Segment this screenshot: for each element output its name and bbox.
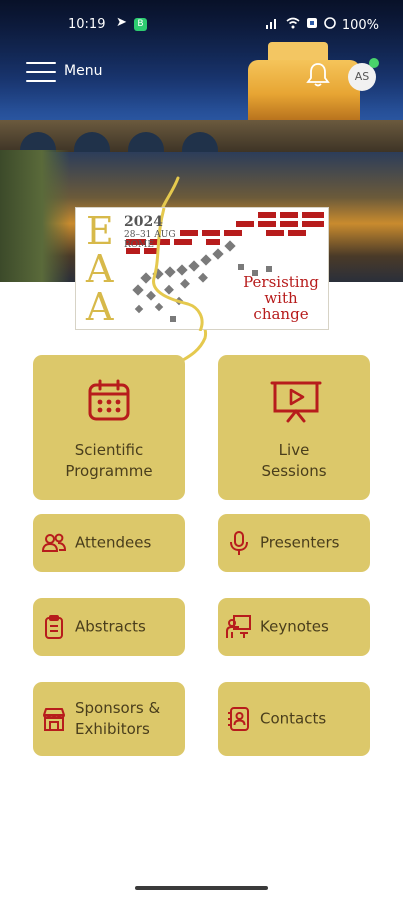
abstracts-button[interactable]: Abstracts	[33, 598, 185, 656]
status-bar: 10:19 ➤ B 100%	[0, 14, 403, 38]
logo-letters: EAA	[86, 209, 114, 329]
keynotes-button[interactable]: Keynotes	[218, 598, 370, 656]
logo-city: ROME	[124, 240, 154, 250]
attendees-button[interactable]: Attendees	[33, 514, 185, 572]
navigation-arrow-icon: ➤	[116, 15, 127, 30]
tile-label: Contacts	[260, 709, 327, 728]
tile-label: Scientific Programme	[65, 441, 153, 480]
calendar-icon	[85, 379, 133, 423]
event-logo: EAA 2024 28–31 AUG ROME Persisting with …	[75, 207, 329, 331]
live-sessions-button[interactable]: Live Sessions	[218, 355, 370, 500]
microphone-icon	[226, 530, 252, 556]
hamburger-icon	[26, 60, 56, 82]
sponsors-exhibitors-button[interactable]: Sponsors & Exhibitors	[33, 682, 185, 756]
logo-dates: 28–31 AUG	[124, 230, 176, 240]
storefront-icon	[41, 706, 67, 732]
tile-label: Presenters	[260, 533, 340, 552]
signal-icon	[265, 17, 280, 33]
tile-label: Attendees	[75, 533, 152, 552]
contacts-button[interactable]: Contacts	[218, 682, 370, 756]
home-indicator[interactable]	[135, 886, 268, 890]
menu-label: Menu	[64, 63, 103, 79]
tile-label: Live Sessions	[261, 441, 327, 480]
clipboard-icon	[41, 614, 67, 640]
notification-bell-icon[interactable]	[306, 62, 330, 88]
battery-percent: 100%	[341, 17, 379, 33]
presenters-button[interactable]: Presenters	[218, 514, 370, 572]
presentation-play-icon	[270, 379, 322, 423]
status-time: 10:19	[68, 17, 106, 32]
logo-year: 2024	[124, 214, 163, 230]
users-icon	[41, 530, 67, 556]
wifi-icon	[286, 17, 300, 33]
logo-tagline: Persisting with change	[243, 273, 319, 323]
tile-label: Sponsors & Exhibitors	[75, 699, 161, 738]
online-status-dot	[369, 58, 379, 68]
scientific-programme-button[interactable]: Scientific Programme	[33, 355, 185, 500]
app-notification-icon: B	[134, 18, 147, 31]
contact-book-icon	[226, 706, 252, 732]
keynote-speaker-icon	[226, 614, 252, 640]
tile-label: Keynotes	[260, 617, 329, 636]
menu-button[interactable]: Menu	[26, 60, 102, 82]
battery-icon	[324, 17, 336, 33]
sim-icon	[306, 17, 318, 33]
tile-label: Abstracts	[75, 617, 146, 636]
